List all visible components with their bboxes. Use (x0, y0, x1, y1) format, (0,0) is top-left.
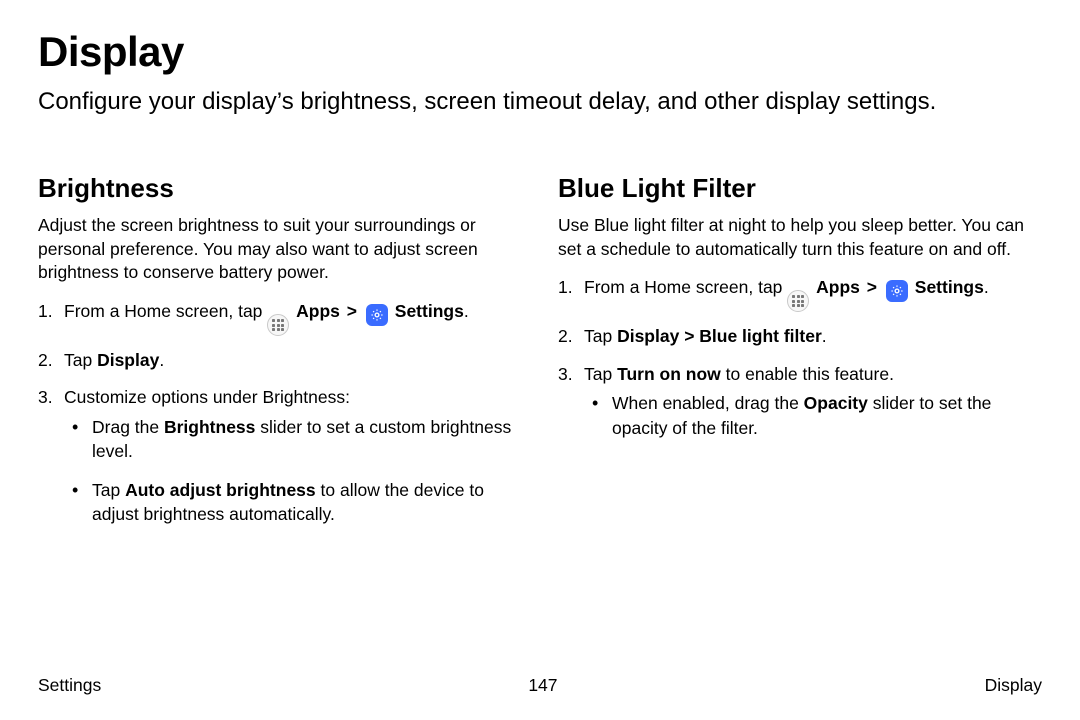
brightness-step-2: Tap Display. (38, 348, 522, 373)
step-post: . (822, 326, 827, 346)
brightness-step-3: Customize options under Brightness: Drag… (38, 385, 522, 526)
settings-icon (886, 280, 908, 302)
footer-left: Settings (38, 675, 101, 696)
step-post: . (159, 350, 164, 370)
columns: Brightness Adjust the screen brightness … (38, 173, 1042, 541)
page-title: Display (38, 28, 1042, 76)
bullet-bold: Opacity (804, 393, 868, 413)
step-bold: Display (97, 350, 159, 370)
chevron-icon: > (865, 277, 879, 297)
apps-icon (787, 290, 809, 312)
step-bold: Turn on now (617, 364, 721, 384)
step-post: to enable this feature. (721, 364, 894, 384)
bullet-pre: Drag the (92, 417, 164, 437)
step-punct: . (464, 301, 469, 321)
page-intro: Configure your display’s brightness, scr… (38, 86, 1038, 117)
bluelight-bullets: When enabled, drag the Opacity slider to… (584, 391, 1042, 440)
bluelight-step-1: From a Home screen, tap Apps > Settings. (558, 275, 1042, 312)
settings-label: Settings (915, 277, 984, 297)
footer: Settings 147 Display (38, 675, 1042, 696)
apps-label: Apps (816, 277, 860, 297)
settings-label: Settings (395, 301, 464, 321)
bluelight-heading: Blue Light Filter (558, 173, 1042, 204)
step-text: Tap (584, 364, 617, 384)
bluelight-step-2: Tap Display > Blue light filter. (558, 324, 1042, 349)
chevron-icon: > (345, 301, 359, 321)
step-bold: Display > Blue light filter (617, 326, 822, 346)
step-text: Tap (584, 326, 617, 346)
brightness-step-1: From a Home screen, tap Apps > Settings. (38, 299, 522, 336)
step-text: Tap (64, 350, 97, 370)
bluelight-bullet-1: When enabled, drag the Opacity slider to… (584, 391, 1042, 440)
page-number: 147 (528, 675, 557, 696)
brightness-bullet-1: Drag the Brightness slider to set a cust… (64, 415, 522, 464)
step-text: From a Home screen, tap (64, 301, 267, 321)
brightness-paragraph: Adjust the screen brightness to suit you… (38, 214, 522, 285)
bullet-pre: When enabled, drag the (612, 393, 804, 413)
apps-label: Apps (296, 301, 340, 321)
bluelight-step-3: Tap Turn on now to enable this feature. … (558, 362, 1042, 440)
settings-icon (366, 304, 388, 326)
brightness-bullets: Drag the Brightness slider to set a cust… (64, 415, 522, 527)
bluelight-paragraph: Use Blue light filter at night to help y… (558, 214, 1042, 261)
bluelight-steps: From a Home screen, tap Apps > Settings.… (558, 275, 1042, 440)
step-text: From a Home screen, tap (584, 277, 787, 297)
brightness-steps: From a Home screen, tap Apps > Settings.… (38, 299, 522, 527)
brightness-heading: Brightness (38, 173, 522, 204)
bluelight-section: Blue Light Filter Use Blue light filter … (558, 173, 1042, 541)
bullet-bold: Brightness (164, 417, 255, 437)
brightness-section: Brightness Adjust the screen brightness … (38, 173, 522, 541)
apps-icon (267, 314, 289, 336)
bullet-pre: Tap (92, 480, 125, 500)
brightness-bullet-2: Tap Auto adjust brightness to allow the … (64, 478, 522, 527)
footer-right: Display (985, 675, 1042, 696)
page: Display Configure your display’s brightn… (0, 0, 1080, 720)
bullet-bold: Auto adjust brightness (125, 480, 316, 500)
step-punct: . (984, 277, 989, 297)
step-text: Customize options under Brightness: (64, 387, 350, 407)
